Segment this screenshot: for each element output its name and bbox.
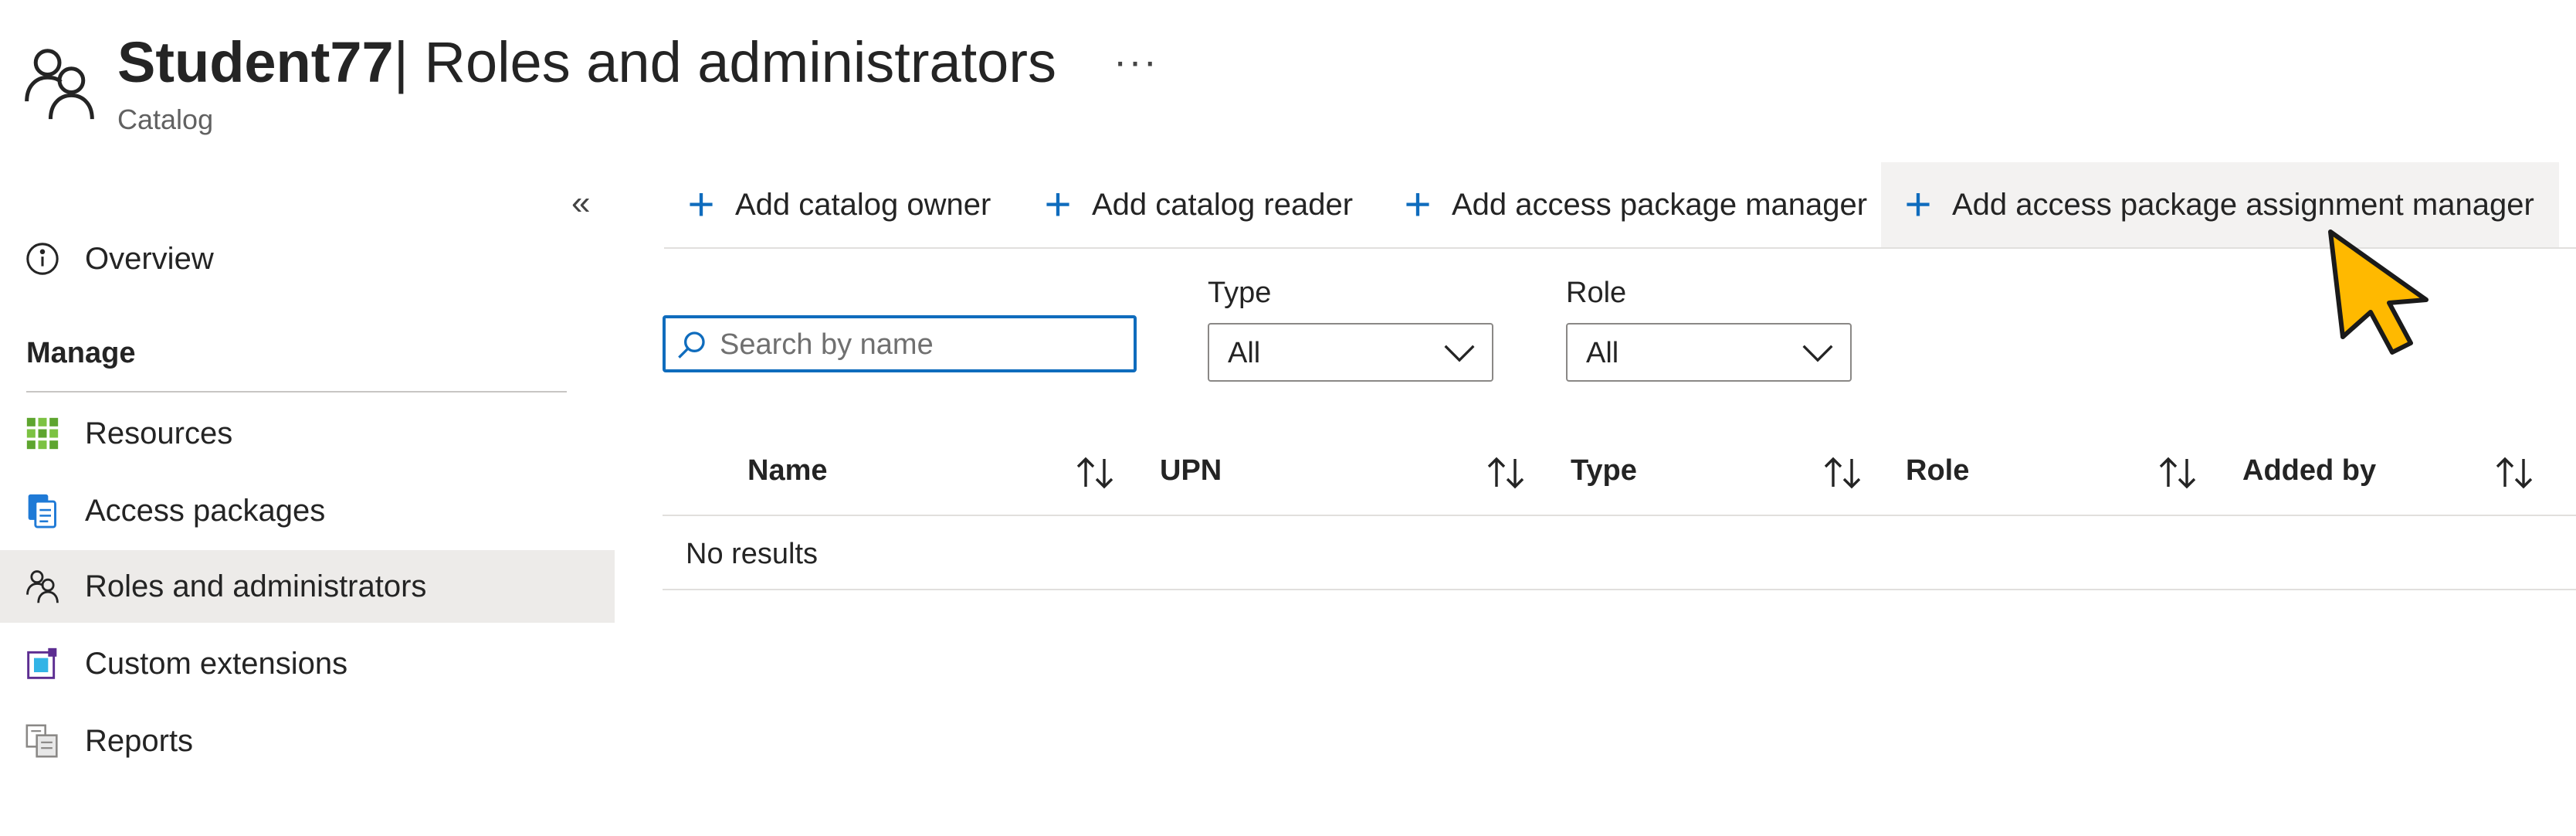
sidebar-item-overview[interactable]: Overview: [0, 223, 615, 295]
reports-icon: [25, 723, 60, 759]
table-row-divider: [663, 589, 2576, 590]
role-filter-dropdown[interactable]: All: [1566, 323, 1852, 382]
plus-icon: +: [1904, 178, 1932, 230]
mouse-cursor-icon: [2328, 229, 2429, 355]
sidebar-item-reports[interactable]: Reports: [0, 705, 615, 777]
column-header-name[interactable]: Name: [747, 454, 828, 488]
search-input[interactable]: [720, 323, 1121, 366]
add-catalog-owner-button[interactable]: + Add catalog owner: [680, 162, 991, 247]
command-bar: + Add catalog owner + Add catalog reader…: [664, 162, 2576, 247]
column-header-role[interactable]: Role: [1906, 454, 1969, 488]
sidebar-item-label: Overview: [85, 241, 214, 276]
role-filter-label: Role: [1566, 277, 1627, 309]
people-icon: [25, 49, 94, 120]
page-subtitle: Catalog: [117, 104, 214, 135]
sort-icon[interactable]: [1073, 454, 1117, 491]
sidebar-item-roles-and-administrators[interactable]: Roles and administrators: [0, 550, 615, 623]
people-icon: [25, 569, 60, 604]
chevron-down-icon: [1444, 345, 1475, 362]
sort-icon[interactable]: [1821, 454, 1864, 491]
search-icon: [678, 331, 705, 359]
sidebar-item-resources[interactable]: Resources: [0, 397, 615, 470]
sidebar-item-custom-extensions[interactable]: Custom extensions: [0, 627, 615, 700]
collapse-sidebar-button[interactable]: «: [571, 184, 590, 223]
type-filter-value: All: [1228, 337, 1261, 369]
add-catalog-reader-button[interactable]: + Add catalog reader: [1036, 162, 1353, 247]
access-packages-icon: [25, 493, 60, 528]
type-filter-dropdown[interactable]: All: [1208, 323, 1493, 382]
sidebar-item-label: Resources: [85, 416, 233, 450]
sort-icon[interactable]: [2493, 454, 2536, 491]
search-box[interactable]: [663, 315, 1137, 372]
custom-extensions-icon: [25, 646, 60, 681]
sidebar-item-label: Custom extensions: [85, 646, 348, 681]
resources-grid-icon: [25, 416, 60, 451]
page-title-catalog-name: Student77: [117, 30, 394, 94]
sidebar-divider: [26, 391, 567, 393]
column-header-upn[interactable]: UPN: [1160, 454, 1222, 488]
sidebar-section-manage: Manage: [26, 337, 136, 369]
table-empty-message: No results: [686, 538, 819, 570]
plus-icon: +: [1404, 178, 1432, 230]
more-options-button[interactable]: ···: [1113, 39, 1158, 85]
sidebar-item-label: Reports: [85, 723, 194, 758]
sort-icon[interactable]: [2156, 454, 2199, 491]
role-filter-value: All: [1586, 337, 1619, 369]
column-header-added-by[interactable]: Added by: [2242, 454, 2376, 488]
type-filter-label: Type: [1208, 277, 1272, 309]
info-icon: [25, 241, 60, 277]
page-title: Student77 | Roles and administrators: [117, 29, 1056, 95]
chevron-down-icon: [1802, 345, 1833, 362]
add-access-package-assignment-manager-button[interactable]: + Add access package assignment manager: [1881, 162, 2559, 247]
sidebar-item-label: Roles and administrators: [85, 569, 427, 603]
sort-icon[interactable]: [1484, 454, 1527, 491]
add-access-package-manager-button[interactable]: + Add access package manager: [1396, 162, 1867, 247]
page-title-section: | Roles and administrators: [393, 30, 1056, 94]
table-header-divider: [663, 515, 2576, 516]
column-header-type[interactable]: Type: [1571, 454, 1637, 488]
sidebar-item-access-packages[interactable]: Access packages: [0, 474, 615, 547]
sidebar-item-label: Access packages: [85, 493, 326, 528]
command-bar-divider: [664, 247, 2576, 249]
plus-icon: +: [1044, 178, 1072, 230]
plus-icon: +: [687, 178, 715, 230]
